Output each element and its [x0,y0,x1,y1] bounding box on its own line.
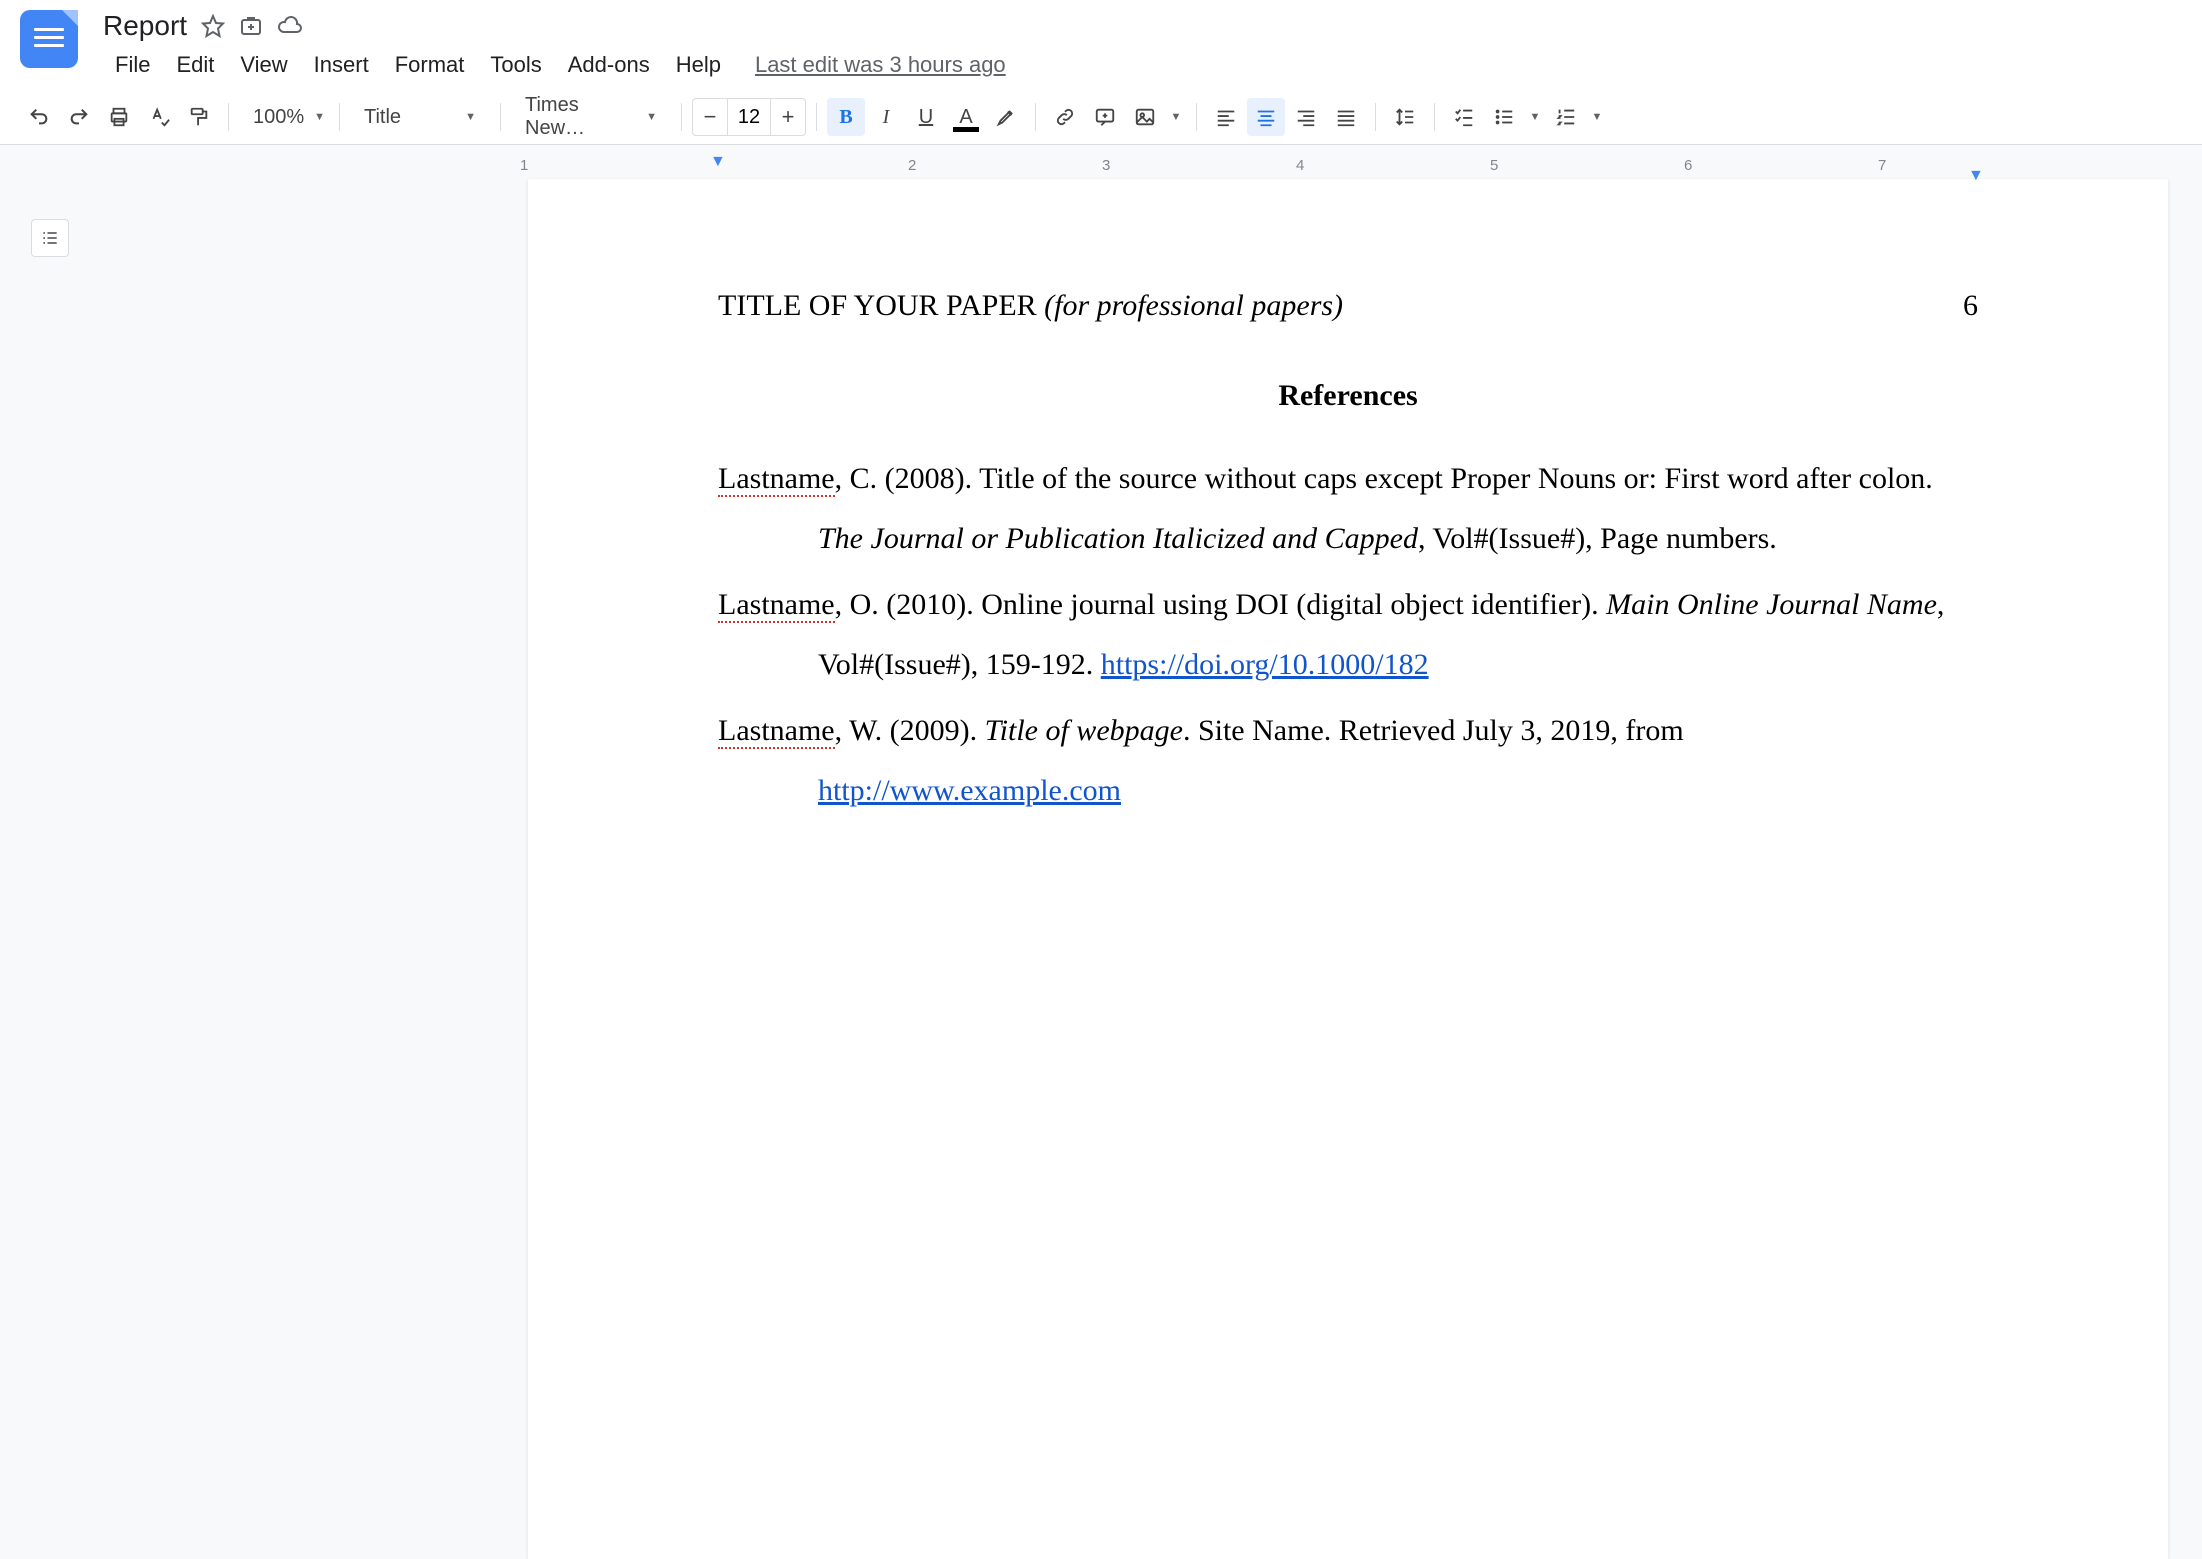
toolbar-separator [339,103,340,131]
star-icon[interactable] [201,14,225,38]
menu-insert[interactable]: Insert [302,48,381,82]
font-dropdown[interactable]: Times New…▼ [511,98,671,136]
document-title[interactable]: Report [103,10,187,42]
toolbar-separator [1196,103,1197,131]
spellcheck-flag: Lastname [718,462,835,497]
toolbar-separator [1434,103,1435,131]
underline-button[interactable]: U [907,98,945,136]
toolbar-separator [1035,103,1036,131]
redo-button[interactable] [60,98,98,136]
running-head-title[interactable]: TITLE OF YOUR PAPER (for professional pa… [718,289,1343,323]
align-right-button[interactable] [1287,98,1325,136]
ruler-tick: 3 [1102,157,1110,174]
paint-format-button[interactable] [180,98,218,136]
menu-view[interactable]: View [228,48,299,82]
bold-button[interactable]: B [827,98,865,136]
line-spacing-button[interactable] [1386,98,1424,136]
italic-button[interactable]: I [867,98,905,136]
menu-help[interactable]: Help [664,48,733,82]
menu-tools[interactable]: Tools [478,48,553,82]
undo-button[interactable] [20,98,58,136]
bulleted-list-button[interactable] [1485,98,1523,136]
last-edit-link[interactable]: Last edit was 3 hours ago [755,52,1006,78]
app-header: Report File Edit View Insert Format Tool… [0,0,2202,82]
url-link[interactable]: http://www.example.com [818,774,1121,807]
menu-addons[interactable]: Add-ons [556,48,662,82]
bulleted-list-dropdown[interactable]: ▼ [1525,98,1545,136]
doi-link[interactable]: https://doi.org/10.1000/182 [1101,648,1429,681]
align-justify-button[interactable] [1327,98,1365,136]
chevron-down-icon: ▼ [1171,111,1182,123]
toolbar-separator [816,103,817,131]
reference-entry[interactable]: Lastname, W. (2009). Title of webpage. S… [718,701,1978,821]
indent-marker-icon[interactable]: ▼ [710,153,726,171]
spellcheck-flag: Lastname [718,588,835,623]
chevron-down-icon: ▼ [1530,111,1541,123]
page-number: 6 [1963,289,1978,323]
spellcheck-button[interactable] [140,98,178,136]
chevron-down-icon: ▼ [1592,111,1603,123]
image-dropdown[interactable]: ▼ [1166,98,1186,136]
ruler-tick: 6 [1684,157,1692,174]
running-head[interactable]: TITLE OF YOUR PAPER (for professional pa… [718,289,1978,323]
outline-rail [0,179,100,1559]
align-center-button[interactable] [1247,98,1285,136]
checklist-button[interactable] [1445,98,1483,136]
cloud-status-icon[interactable] [277,14,303,38]
move-icon[interactable] [239,14,263,38]
ruler-tick: 2 [908,157,916,174]
menubar: File Edit View Insert Format Tools Add-o… [103,48,2182,82]
numbered-list-button[interactable] [1547,98,1585,136]
document-outline-button[interactable] [31,219,69,257]
menu-edit[interactable]: Edit [164,48,226,82]
right-margin-marker-icon[interactable]: ▼ [1968,167,1984,185]
fontsize-group: − + [692,98,806,136]
text-color-button[interactable]: A [947,98,985,136]
chevron-down-icon: ▼ [465,111,476,123]
references-heading[interactable]: References [718,379,1978,413]
toolbar-separator [228,103,229,131]
insert-link-button[interactable] [1046,98,1084,136]
zoom-dropdown[interactable]: 100% ▼ [239,98,329,136]
numbered-list-dropdown[interactable]: ▼ [1587,98,1607,136]
ruler-tick: 1 [520,157,528,174]
running-head-note: (for professional papers) [1044,289,1343,322]
spellcheck-flag: Lastname [718,714,835,749]
titlebar: Report File Edit View Insert Format Tool… [103,10,2182,82]
running-head-text: TITLE OF YOUR PAPER [718,289,1037,322]
docs-logo-icon[interactable] [20,10,78,68]
ruler-tick: 7 [1878,157,1886,174]
toolbar-separator [500,103,501,131]
toolbar: 100%▼ Title▼ Times New…▼ − + B I U A ▼ ▼… [0,90,2202,145]
horizontal-ruler[interactable]: ▼ 1 2 3 4 5 6 7 ▼ [520,153,2160,179]
ruler-tick: 4 [1296,157,1304,174]
chevron-down-icon: ▼ [646,111,657,123]
highlight-button[interactable] [987,98,1025,136]
zoom-value: 100% [253,106,304,129]
font-value: Times New… [525,94,636,140]
ruler-area: ▼ 1 2 3 4 5 6 7 ▼ [0,145,2202,179]
fontsize-increase-button[interactable]: + [771,99,805,135]
chevron-down-icon: ▼ [314,111,325,123]
paragraph-style-dropdown[interactable]: Title ▼ [350,98,490,136]
insert-image-button[interactable] [1126,98,1164,136]
fontsize-input[interactable] [727,99,771,135]
toolbar-separator [1375,103,1376,131]
style-value: Title [364,106,401,129]
align-left-button[interactable] [1207,98,1245,136]
print-button[interactable] [100,98,138,136]
reference-entry[interactable]: Lastname, C. (2008). Title of the source… [718,449,1978,569]
toolbar-separator [681,103,682,131]
ruler-tick: 5 [1490,157,1498,174]
page[interactable]: TITLE OF YOUR PAPER (for professional pa… [528,179,2168,1559]
document-canvas[interactable]: TITLE OF YOUR PAPER (for professional pa… [100,179,2202,1559]
workspace: TITLE OF YOUR PAPER (for professional pa… [0,179,2202,1559]
menu-format[interactable]: Format [383,48,477,82]
reference-entry[interactable]: Lastname, O. (2010). Online journal usin… [718,575,1978,695]
menu-file[interactable]: File [103,48,162,82]
add-comment-button[interactable] [1086,98,1124,136]
fontsize-decrease-button[interactable]: − [693,99,727,135]
